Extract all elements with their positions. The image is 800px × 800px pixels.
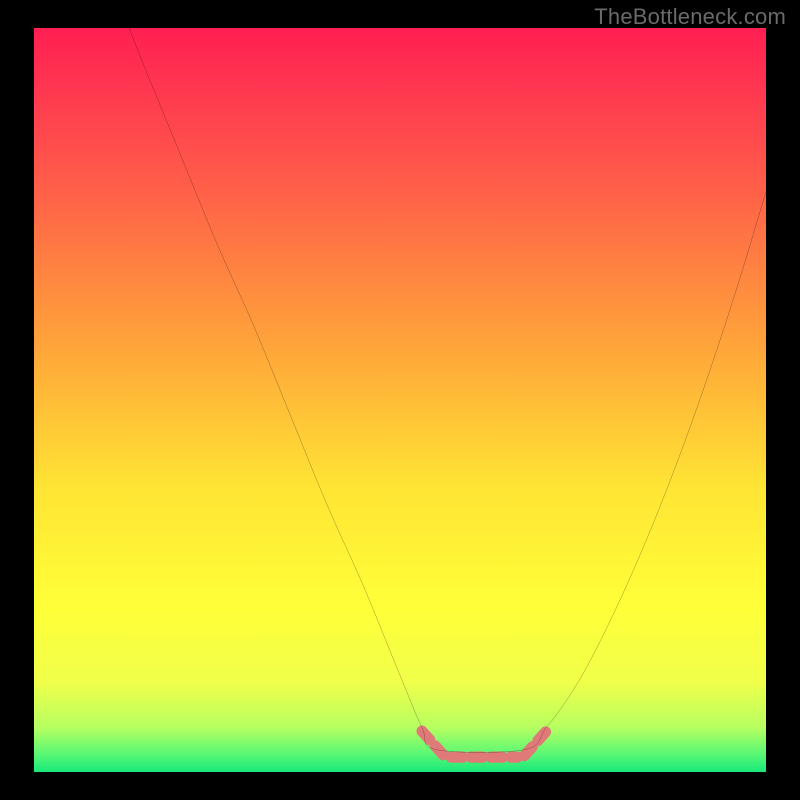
watermark-text: TheBottleneck.com [594,4,786,30]
gradient-background [34,28,766,772]
chart-frame: TheBottleneck.com [0,0,800,800]
chart-plot [34,28,766,772]
